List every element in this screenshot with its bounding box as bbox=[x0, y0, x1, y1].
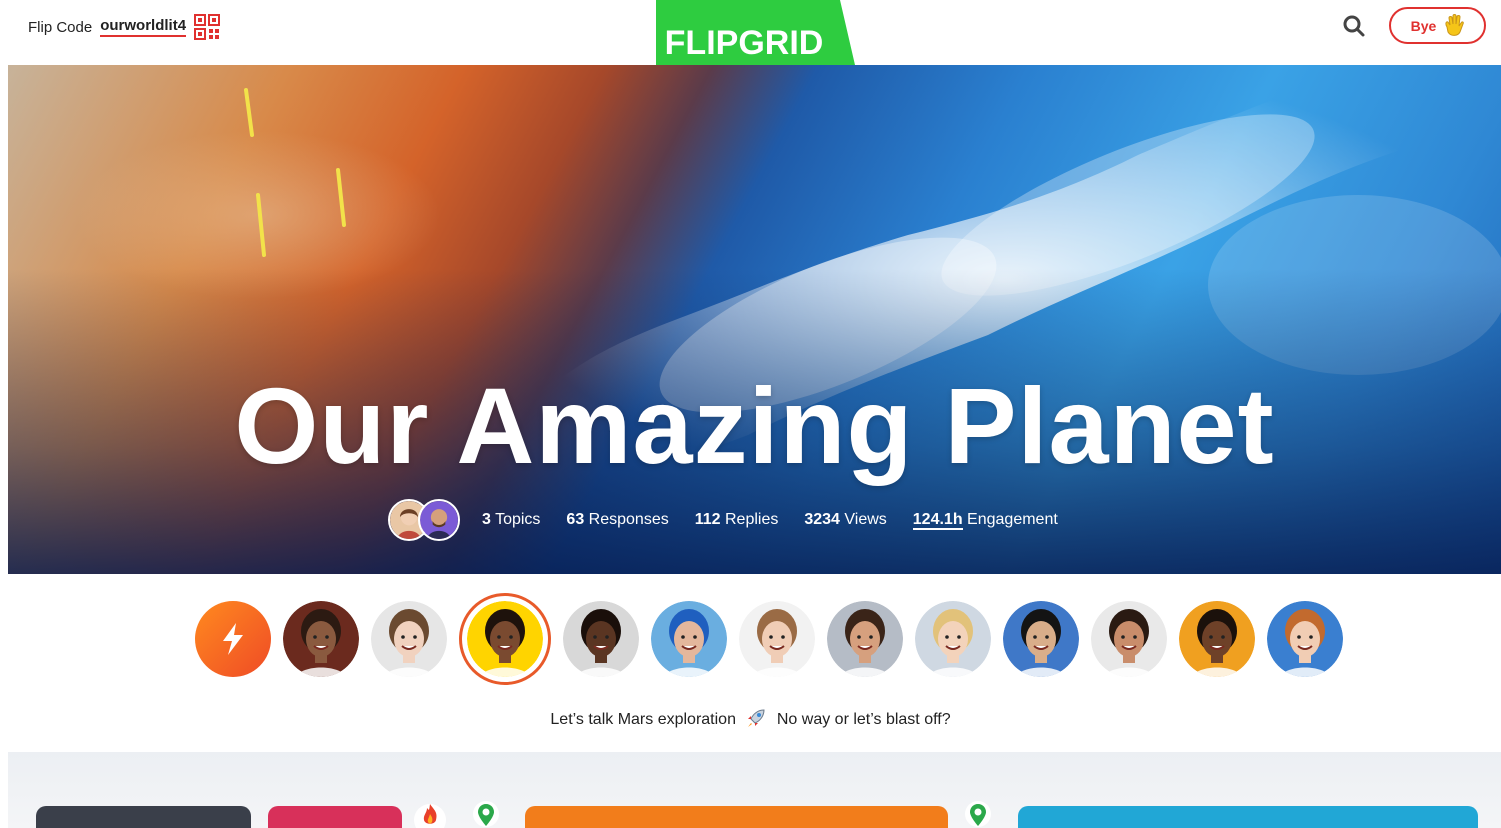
rocket-icon bbox=[748, 709, 765, 727]
top-bar: Flip Code ourworldlit4 FLIPGRID Bye bbox=[0, 0, 1501, 116]
response-avatar[interactable] bbox=[915, 601, 991, 677]
lightning-bolt-icon bbox=[223, 623, 243, 655]
avatar bbox=[651, 601, 727, 677]
avatar bbox=[1003, 601, 1079, 677]
search-icon[interactable] bbox=[1340, 12, 1368, 40]
response-avatar[interactable] bbox=[1267, 601, 1343, 677]
topic-card[interactable] bbox=[36, 806, 251, 828]
educator-avatars[interactable] bbox=[388, 499, 460, 541]
response-avatar[interactable] bbox=[651, 601, 727, 677]
response-avatar[interactable] bbox=[1091, 601, 1167, 677]
bye-button[interactable]: Bye bbox=[1389, 7, 1486, 44]
responses-stat: 63 Responses bbox=[566, 511, 669, 528]
avatar bbox=[283, 601, 359, 677]
active-response-ring bbox=[467, 601, 543, 677]
avatar bbox=[563, 601, 639, 677]
avatar bbox=[915, 601, 991, 677]
grid-stats: 3 Topics 63 Responses 112 Replies 3234 V… bbox=[388, 498, 1058, 542]
fire-icon bbox=[414, 804, 446, 828]
avatar bbox=[739, 601, 815, 677]
caption-text-2: No way or let’s blast off? bbox=[776, 711, 951, 728]
avatar bbox=[418, 499, 460, 541]
topic-caption: Let’s talk Mars exploration No way or le… bbox=[0, 706, 1501, 730]
avatar bbox=[1267, 601, 1343, 677]
logo-text: FLIPGRID bbox=[665, 24, 824, 62]
topic-card[interactable] bbox=[1018, 806, 1478, 828]
replies-stat: 112 Replies bbox=[694, 511, 779, 528]
grid-title: Our Amazing Planet bbox=[234, 365, 1275, 486]
avatar bbox=[1179, 601, 1255, 677]
flip-code-value[interactable]: ourworldlit4 bbox=[100, 17, 187, 37]
flip-code: Flip Code ourworldlit4 bbox=[28, 14, 221, 40]
avatar bbox=[371, 601, 447, 677]
caption-text-1: Let’s talk Mars exploration bbox=[550, 711, 736, 728]
video-recap-button[interactable] bbox=[195, 601, 271, 677]
hero-banner: Our Amazing Planet 3 Topics 63 Responses bbox=[8, 65, 1501, 574]
engagement-stat[interactable]: 124.1h Engagement bbox=[912, 511, 1058, 530]
response-circles bbox=[195, 593, 1343, 685]
location-pin-icon bbox=[965, 801, 991, 827]
topic-card[interactable] bbox=[268, 806, 402, 828]
response-avatar[interactable] bbox=[283, 601, 359, 677]
response-avatar[interactable] bbox=[1003, 601, 1079, 677]
location-pin-icon bbox=[473, 801, 499, 827]
avatar bbox=[1091, 601, 1167, 677]
flip-code-label: Flip Code bbox=[28, 18, 93, 36]
response-avatar[interactable] bbox=[739, 601, 815, 677]
response-avatar[interactable] bbox=[371, 601, 447, 677]
page: Flip Code ourworldlit4 FLIPGRID Bye Our … bbox=[0, 0, 1501, 828]
response-avatar[interactable] bbox=[563, 601, 639, 677]
response-avatar[interactable] bbox=[1179, 601, 1255, 677]
qr-code-icon[interactable] bbox=[194, 14, 221, 40]
waving-hand-icon bbox=[1445, 13, 1465, 36]
topic-card[interactable] bbox=[525, 806, 948, 828]
bye-label: Bye bbox=[1410, 17, 1437, 34]
topics-stat: 3 Topics bbox=[482, 511, 541, 528]
avatar bbox=[467, 601, 543, 677]
response-avatar[interactable] bbox=[827, 601, 903, 677]
avatar bbox=[827, 601, 903, 677]
response-avatar[interactable] bbox=[459, 593, 551, 685]
views-stat: 3234 Views bbox=[804, 511, 887, 528]
